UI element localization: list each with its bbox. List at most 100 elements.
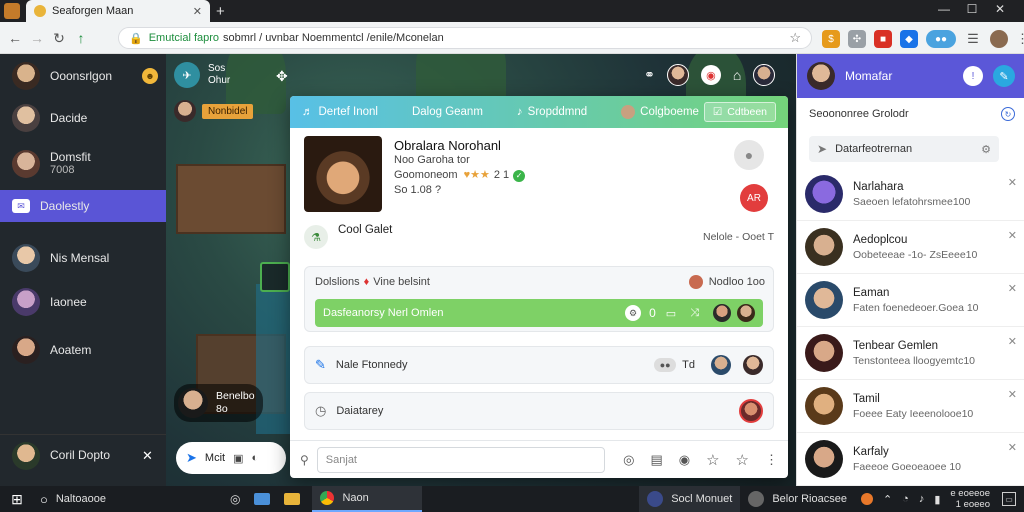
close-icon[interactable]: ✕	[1008, 282, 1017, 295]
attach-icon[interactable]: ⚲	[300, 453, 309, 467]
sidebar-item-1[interactable]: Dacide	[0, 98, 166, 138]
extension-record-icon[interactable]: ■	[874, 30, 892, 48]
more-icon[interactable]: ⋮	[765, 452, 778, 468]
list-item[interactable]: Tamil Foeee Eaty Ieeenolooe10 ✕	[797, 380, 1024, 433]
action-badge[interactable]: AR	[740, 184, 768, 212]
volume-icon[interactable]: ♪	[919, 493, 925, 505]
gallery-icon[interactable]: ▤	[650, 452, 662, 468]
extension-coin-icon[interactable]: $	[822, 30, 840, 48]
list-item-sub: Tenstonteea lloogyemtc10	[853, 354, 975, 367]
tab-3[interactable]: Colgboeme	[621, 105, 699, 119]
list-item[interactable]: Aedoplcou Oobeteeae -1o- ZsEeee10 ✕	[797, 221, 1024, 274]
game-minimap-marker[interactable]	[260, 262, 290, 292]
reading-list-icon[interactable]: ☰	[964, 30, 982, 48]
minimize-icon[interactable]: —	[930, 2, 958, 16]
tab-2[interactable]: ♪ Sropddmnd	[517, 106, 587, 118]
battery-icon[interactable]: ▮	[934, 493, 940, 506]
toggle-icon[interactable]: ●●	[654, 358, 677, 372]
extension-toggle-icon[interactable]: ●●	[926, 30, 956, 48]
home-icon[interactable]: ⌂	[733, 67, 741, 83]
link-icon[interactable]: ⚭	[644, 67, 655, 83]
extension-shield-icon[interactable]: ◆	[900, 30, 918, 48]
profile-avatar[interactable]	[990, 30, 1008, 48]
folder-icon[interactable]	[284, 493, 301, 505]
taskbar-clock[interactable]: e eoeeoe 1 eoeeo	[950, 488, 990, 510]
taskbar-tray-app-1[interactable]: Socl Monuet	[639, 486, 741, 512]
list-item[interactable]: Eaman Faten foenedeoer.Goea 10 ✕	[797, 274, 1024, 327]
tab-close-icon[interactable]: ✕	[193, 5, 202, 18]
address-bar[interactable]: 🔒 Emutcial fapro sobmrl / uvnbar Noemmen…	[118, 27, 812, 49]
chat-icon[interactable]: ▭	[666, 307, 676, 320]
extension-puzzle-icon[interactable]: ✣	[848, 30, 866, 48]
network-icon[interactable]: ◔	[902, 493, 909, 505]
forward-icon[interactable]: →	[26, 27, 48, 49]
taskbar: ⊞ ○ Naltoaooe ◎ Naon Socl Monuet Belor R…	[0, 486, 1024, 512]
card1-progress-bar[interactable]: Dasfeanorsy Nerl Omlen ⚙ 0 ▭ ⤨	[315, 299, 763, 327]
sidebar-item-5[interactable]: Iaonee	[0, 282, 166, 322]
windows-start-icon[interactable]: ⊞	[8, 491, 26, 508]
close-icon[interactable]: ✕	[1008, 388, 1017, 401]
list-item[interactable]: Narlahara Saeoen lefatohrsmee100 ✕	[797, 168, 1024, 221]
tray-orange-icon[interactable]	[860, 493, 873, 505]
sidebar-item-2[interactable]: Domsfit 7008	[0, 142, 166, 186]
info-icon[interactable]: !	[963, 66, 983, 86]
avatar[interactable]	[753, 64, 776, 86]
close-icon[interactable]: ✕	[1008, 176, 1017, 189]
crosshair-icon[interactable]: ✥	[276, 68, 288, 85]
avatar[interactable]	[666, 64, 689, 86]
explorer-icon[interactable]	[254, 493, 271, 505]
new-tab-icon[interactable]: +	[216, 3, 225, 20]
user-placeholder-icon[interactable]: ●	[734, 140, 764, 170]
close-icon[interactable]: ✕	[142, 448, 153, 464]
maximize-icon[interactable]: ☐	[958, 2, 986, 16]
favorite-icon[interactable]: ☆	[736, 451, 749, 469]
settings-icon[interactable]: ⚙	[625, 305, 642, 321]
sync-icon[interactable]: ↻	[1001, 107, 1015, 121]
send-icon[interactable]: ➤	[186, 450, 197, 466]
target-icon[interactable]: ◎	[623, 452, 634, 468]
card1-title: Dolslions	[315, 276, 360, 288]
star-icon[interactable]: ☆	[706, 451, 719, 469]
right-panel-search[interactable]: ➤ Datarfeotrernan ⚙	[809, 136, 999, 162]
settings-icon[interactable]: ⚙	[981, 143, 991, 156]
game-chat-input[interactable]: ➤ Mcit ▣ ◐	[176, 442, 286, 474]
taskbar-app-active[interactable]: Naon	[312, 486, 423, 512]
chat-user[interactable]: Benelbo 8o	[174, 384, 263, 422]
back-icon[interactable]: ←	[4, 27, 26, 49]
list-item[interactable]: Karfaly Faeeoe Goeoeaoee 10 ✕	[797, 433, 1024, 486]
image-icon[interactable]: ▣	[233, 452, 243, 465]
tab-0[interactable]: ♬ Dertef Inonl	[302, 106, 378, 118]
close-icon[interactable]: ✕	[1008, 335, 1017, 348]
sticker-icon[interactable]: ◐	[251, 452, 258, 464]
sidebar-item-3[interactable]: ✉ Daolestly	[0, 190, 166, 222]
tab-4[interactable]: ☑ Cdtbeen	[703, 102, 776, 122]
browser-tab[interactable]: Seaforgen Maan ✕	[26, 0, 210, 22]
sidebar-bottom-user[interactable]: Coril Dopto ✕	[0, 434, 166, 476]
eye-icon[interactable]: ◉	[679, 452, 690, 468]
list-item[interactable]: Tenbear Gemlen Tenstonteea lloogyemtc10 …	[797, 327, 1024, 380]
taskbar-tray-app-2[interactable]: Belor Rioacsee	[740, 486, 855, 512]
card-nale-ftonnedy[interactable]: ✎ Nale Ftonnedy ●● Td	[304, 346, 774, 384]
home-icon[interactable]: ↑	[70, 27, 92, 49]
sidebar-item-4[interactable]: Nis Mensal	[0, 238, 166, 278]
taskbar-search[interactable]: ○ Naltoaooe	[40, 492, 180, 507]
close-icon[interactable]: ✕	[1008, 229, 1017, 242]
compose-icon[interactable]: ✎	[993, 65, 1015, 87]
notification-icon[interactable]: ▭	[1002, 492, 1016, 506]
shuffle-icon[interactable]: ⤨	[690, 307, 699, 320]
close-icon[interactable]: ✕	[1008, 441, 1017, 454]
bookmark-star-icon[interactable]: ☆	[789, 30, 801, 46]
game-user-badge[interactable]: ✈ Sos Ohur	[174, 62, 230, 88]
chevron-up-icon[interactable]: ⌃	[883, 493, 892, 506]
reload-icon[interactable]: ↻	[48, 27, 70, 49]
tab-1[interactable]: Dalog Geanm	[412, 106, 483, 118]
window-close-icon[interactable]: ✕	[986, 2, 1014, 16]
modal-input-row: ⚲ Sanjat ◎ ▤ ◉ ☆ ☆ ⋮	[290, 440, 788, 478]
record-icon[interactable]: ◉	[700, 65, 721, 85]
cortana-icon[interactable]: ◎	[230, 492, 240, 506]
message-input[interactable]: Sanjat	[316, 446, 605, 473]
menu-dots-icon[interactable]: ⋮	[1016, 31, 1024, 47]
sidebar-item-0[interactable]: Ooonsrlgon ☻	[0, 56, 166, 96]
card-daiatarey[interactable]: ◷ Daiatarey	[304, 392, 774, 430]
sidebar-item-6[interactable]: Aoatem	[0, 330, 166, 370]
